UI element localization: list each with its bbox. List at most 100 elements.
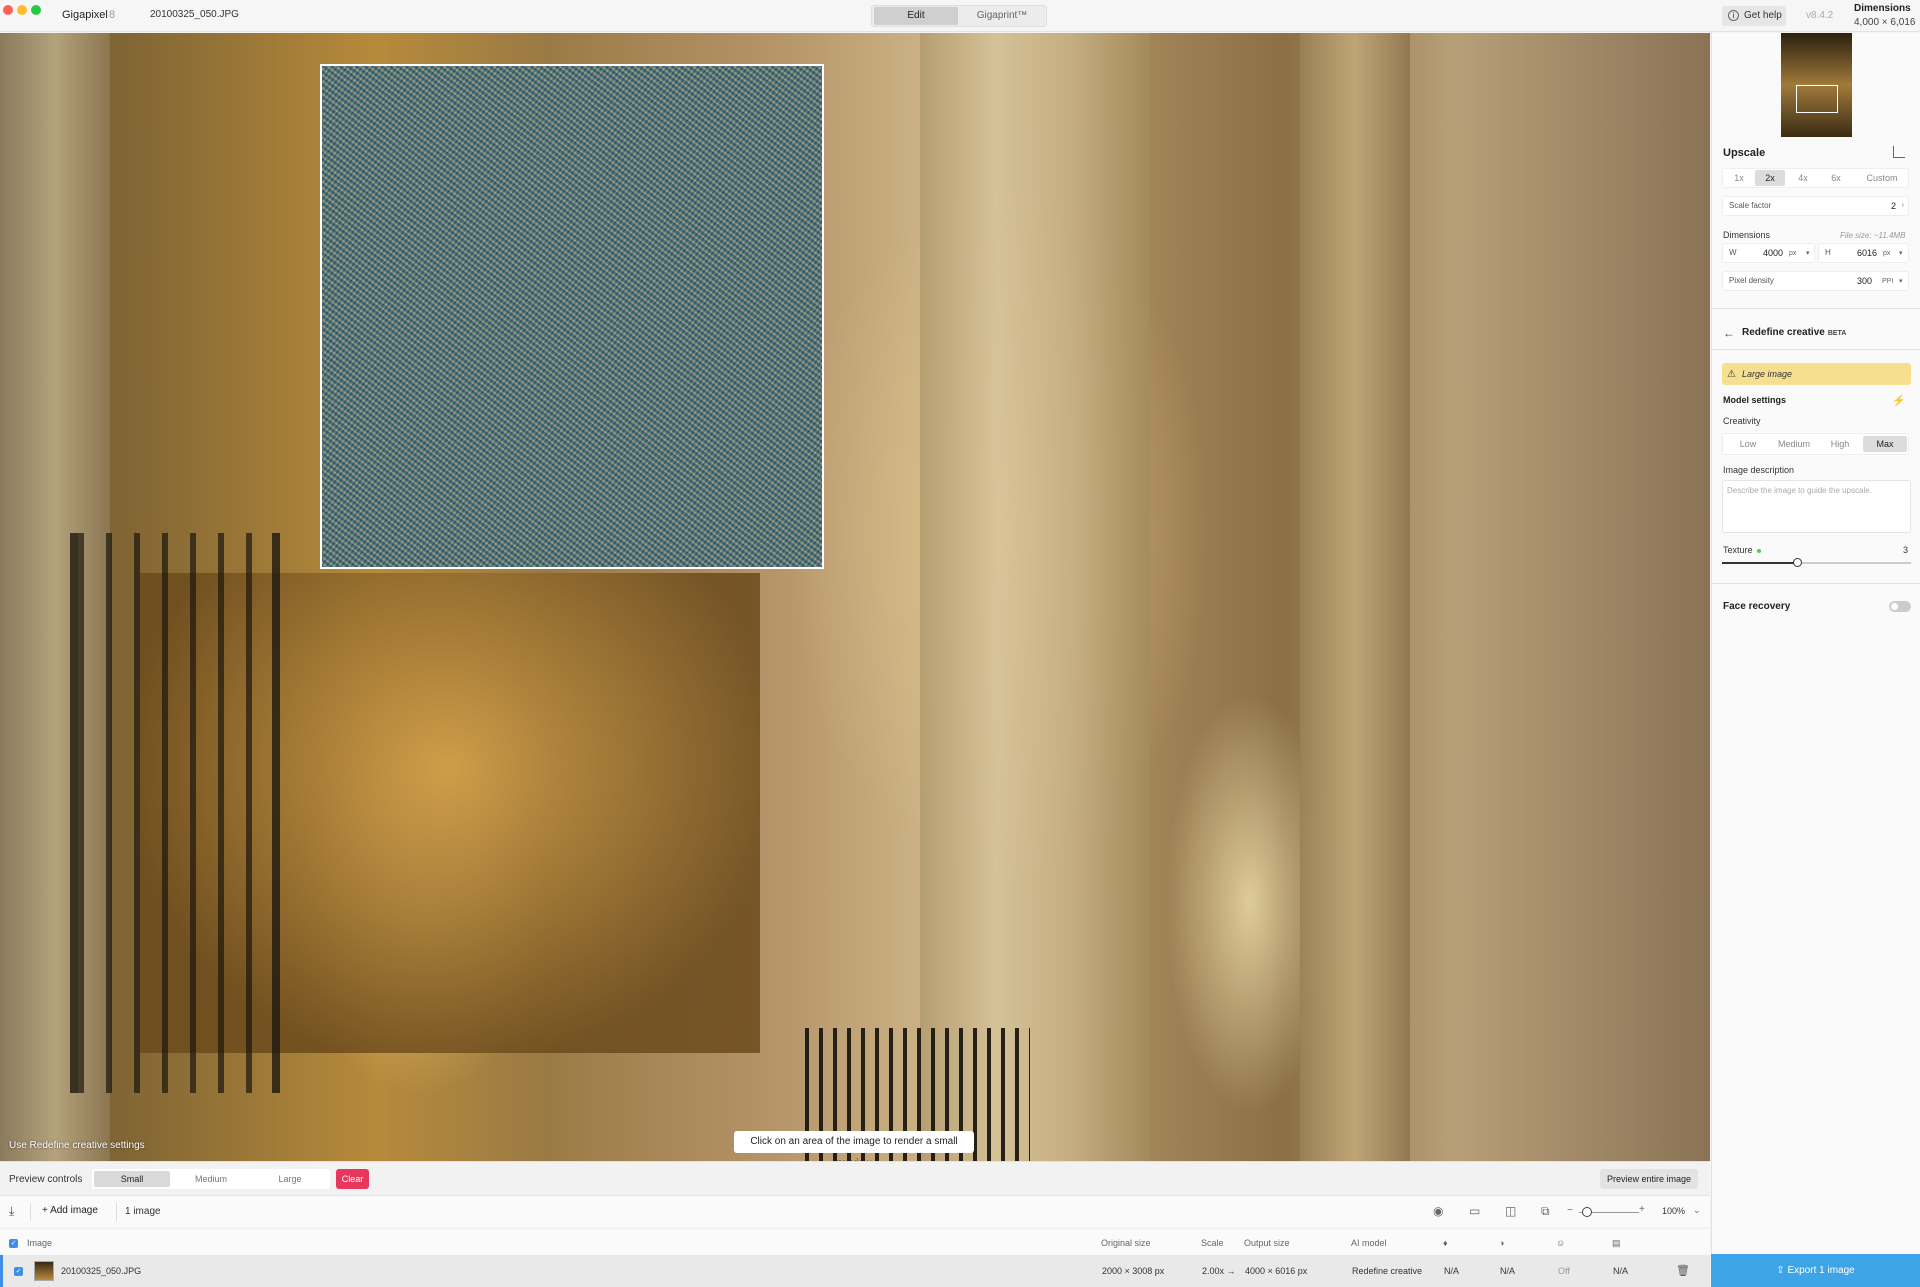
column-output-size[interactable]: Output size (1244, 1238, 1290, 1248)
export-label: Export 1 image (1787, 1265, 1855, 1276)
zoom-slider-thumb[interactable] (1582, 1207, 1592, 1217)
split-view-icon[interactable]: ◫ (1505, 1204, 1516, 1218)
scale-6x[interactable]: 6x (1821, 170, 1851, 186)
maximize-window-button[interactable] (31, 5, 41, 15)
row-file-name: 20100325_050.JPG (61, 1266, 142, 1276)
tab-gigaprint[interactable]: Gigaprint™ (960, 7, 1044, 25)
image-description-input[interactable]: Describe the image to guide the upscale. (1722, 480, 1911, 533)
crop-icon[interactable] (1893, 146, 1905, 158)
photo-pillar-center (920, 33, 1150, 1161)
model-title-text: Redefine creative (1742, 327, 1825, 338)
face-recovery-toggle[interactable] (1889, 601, 1911, 612)
app-version: 8 (109, 9, 116, 21)
export-icon: ⇪ (1776, 1265, 1788, 1276)
chevron-down-icon[interactable]: ⌄ (1693, 1205, 1701, 1216)
minimize-window-button[interactable] (17, 5, 27, 15)
beta-badge: BETA (1827, 330, 1847, 337)
file-size: File size: ~11.4MB (1840, 231, 1906, 240)
preview-size-medium[interactable]: Medium (173, 1171, 249, 1187)
column-scale[interactable]: Scale (1201, 1238, 1224, 1248)
preview-size-small[interactable]: Small (94, 1171, 170, 1187)
dimensions-section-label: Dimensions (1723, 230, 1771, 240)
trash-icon[interactable]: 🗑 (1676, 1264, 1690, 1277)
row-scale: 2.00x → (1202, 1266, 1236, 1276)
photo-pillar-right (1300, 33, 1410, 1161)
image-count: 1 image (125, 1206, 161, 1217)
back-arrow-icon[interactable]: ← (1723, 326, 1735, 340)
zoom-level[interactable]: 100% (1662, 1206, 1685, 1216)
eye-icon[interactable]: ◉ (1433, 1204, 1443, 1218)
row-checkbox[interactable]: ✓ (14, 1267, 23, 1276)
creativity-low[interactable]: Low (1726, 436, 1770, 452)
dimensions-value: 4,000 × 6,016 (1854, 17, 1916, 28)
pixel-density-unit: PPI (1882, 278, 1894, 285)
current-file-name: 20100325_050.JPG (150, 9, 239, 20)
zoom-out-icon[interactable]: − (1567, 1205, 1573, 1216)
preview-render-box[interactable] (320, 64, 824, 569)
column-ai-model[interactable]: AI model (1351, 1238, 1387, 1248)
side-by-side-icon[interactable]: ⧉ (1541, 1204, 1550, 1219)
warning-icon: ⚠ (1727, 369, 1736, 380)
stepper-arrow-icon[interactable]: › (1902, 197, 1904, 215)
scale-1x[interactable]: 1x (1727, 170, 1751, 186)
texture-slider-fill (1722, 562, 1798, 564)
creativity-medium[interactable]: Medium (1772, 436, 1816, 452)
photo-railing (70, 533, 280, 1093)
panel-divider (1712, 583, 1920, 584)
pixel-density-field[interactable]: Pixel density 300 PPI ▾ (1722, 271, 1909, 291)
get-help-button[interactable]: i Get help (1722, 6, 1786, 26)
chevron-down-icon[interactable]: ▾ (1806, 245, 1810, 263)
row-output-size: 4000 × 6016 px (1245, 1266, 1308, 1276)
texture-label-text: Texture (1723, 545, 1753, 555)
column-original-size[interactable]: Original size (1101, 1238, 1151, 1248)
tab-edit[interactable]: Edit (874, 7, 958, 25)
add-image-label: Add image (50, 1205, 98, 1216)
preview-size-large[interactable]: Large (252, 1171, 328, 1187)
height-field[interactable]: H 6016 px ▾ (1818, 243, 1909, 263)
auto-settings-icon[interactable]: ⚡ (1892, 394, 1906, 407)
clear-button[interactable]: Clear (336, 1169, 369, 1189)
get-help-label: Get help (1744, 10, 1782, 21)
height-unit: px (1883, 250, 1891, 257)
chevron-down-icon[interactable]: ▾ (1899, 273, 1903, 291)
pixel-density-label: Pixel density (1729, 276, 1774, 285)
width-field[interactable]: W 4000 px ▾ (1722, 243, 1815, 263)
collapse-icon[interactable]: ⤓ (9, 1204, 14, 1219)
zoom-in-icon[interactable]: + (1639, 1204, 1645, 1215)
column-image[interactable]: Image (27, 1238, 52, 1248)
version-label: v8.4.2 (1806, 10, 1834, 21)
settings-note: Use Redefine creative settings (9, 1140, 145, 1151)
face-recovery-label: Face recovery (1723, 601, 1791, 612)
model-settings-title: Model settings (1723, 395, 1787, 405)
add-image-button[interactable]: + Add image (42, 1205, 98, 1216)
texture-slider[interactable] (1722, 558, 1911, 567)
close-window-button[interactable] (3, 5, 13, 15)
texture-value: 3 (1903, 545, 1909, 555)
texture-slider-thumb[interactable] (1792, 558, 1802, 567)
scale-custom[interactable]: Custom (1859, 170, 1905, 186)
preview-entire-image-button[interactable]: Preview entire image (1600, 1169, 1698, 1189)
preview-controls-label: Preview controls (9, 1174, 83, 1185)
creativity-high[interactable]: High (1818, 436, 1862, 452)
table-row[interactable]: ✓ 20100325_050.JPG 2000 × 3008 px 2.00x … (0, 1255, 1710, 1287)
creativity-max[interactable]: Max (1863, 436, 1907, 452)
navigator-viewport-frame[interactable] (1796, 85, 1838, 113)
scale-factor-field[interactable]: Scale factor 2 › (1722, 196, 1909, 216)
creativity-segmented-control: Low Medium High Max (1722, 433, 1909, 455)
image-table-header: ✓ Image Original size Scale Output size … (0, 1228, 1710, 1255)
single-view-icon[interactable]: ▭ (1469, 1204, 1480, 1218)
face-icon: ☺ (1556, 1238, 1566, 1248)
image-settings-icon: ▤ (1612, 1238, 1621, 1248)
navigator-thumbnail[interactable] (1781, 33, 1852, 137)
scale-2x[interactable]: 2x (1755, 170, 1785, 186)
select-all-checkbox[interactable]: ✓ (9, 1239, 18, 1248)
image-canvas[interactable]: Use Redefine creative settings Click on … (0, 33, 1710, 1161)
export-button[interactable]: ⇪ Export 1 image (1711, 1254, 1920, 1287)
info-icon: i (1728, 10, 1739, 21)
circle-half-icon: ◑ (1499, 1238, 1505, 1248)
chevron-down-icon[interactable]: ▾ (1899, 245, 1903, 263)
app-name: Gigapixel (62, 9, 108, 21)
scale-segmented-control: 1x 2x 4x 6x Custom (1722, 168, 1909, 188)
height-label: H (1825, 248, 1831, 257)
scale-4x[interactable]: 4x (1789, 170, 1817, 186)
